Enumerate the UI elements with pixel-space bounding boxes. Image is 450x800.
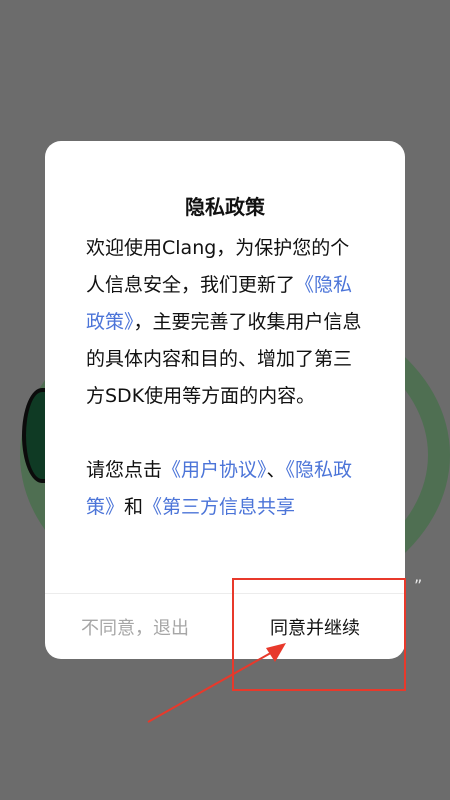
privacy-policy-dialog: 隐私政策 欢迎使用Clang，为保护您的个人信息安全，我们更新了《隐私政策》，主… (45, 141, 405, 659)
policy-update-paragraph: 欢迎使用Clang，为保护您的个人信息安全，我们更新了《隐私政策》，主要完善了收… (86, 230, 366, 415)
agree-continue-button[interactable]: 同意并继续 (225, 594, 405, 659)
disagree-exit-button[interactable]: 不同意，退出 (45, 594, 225, 659)
consent-separator: 、 (266, 459, 286, 481)
background-quote-mark: ” (414, 576, 423, 595)
consent-conjunction: 和 (124, 496, 144, 518)
consent-paragraph: 请您点击《用户协议》、《隐私政策》和《第三方信息共享 (86, 452, 366, 526)
third-party-sharing-link[interactable]: 《第三方信息共享 (143, 496, 295, 518)
user-agreement-link[interactable]: 《用户协议》 (162, 459, 267, 481)
dialog-actions: 不同意，退出 同意并继续 (45, 594, 405, 659)
consent-text: 请您点击 (86, 459, 163, 481)
dialog-body: 欢迎使用Clang，为保护您的个人信息安全，我们更新了《隐私政策》，主要完善了收… (86, 230, 366, 526)
screen: ” 隐私政策 欢迎使用Clang，为保护您的个人信息安全，我们更新了《隐私政策》… (0, 0, 450, 800)
dialog-title: 隐私政策 (185, 195, 265, 219)
